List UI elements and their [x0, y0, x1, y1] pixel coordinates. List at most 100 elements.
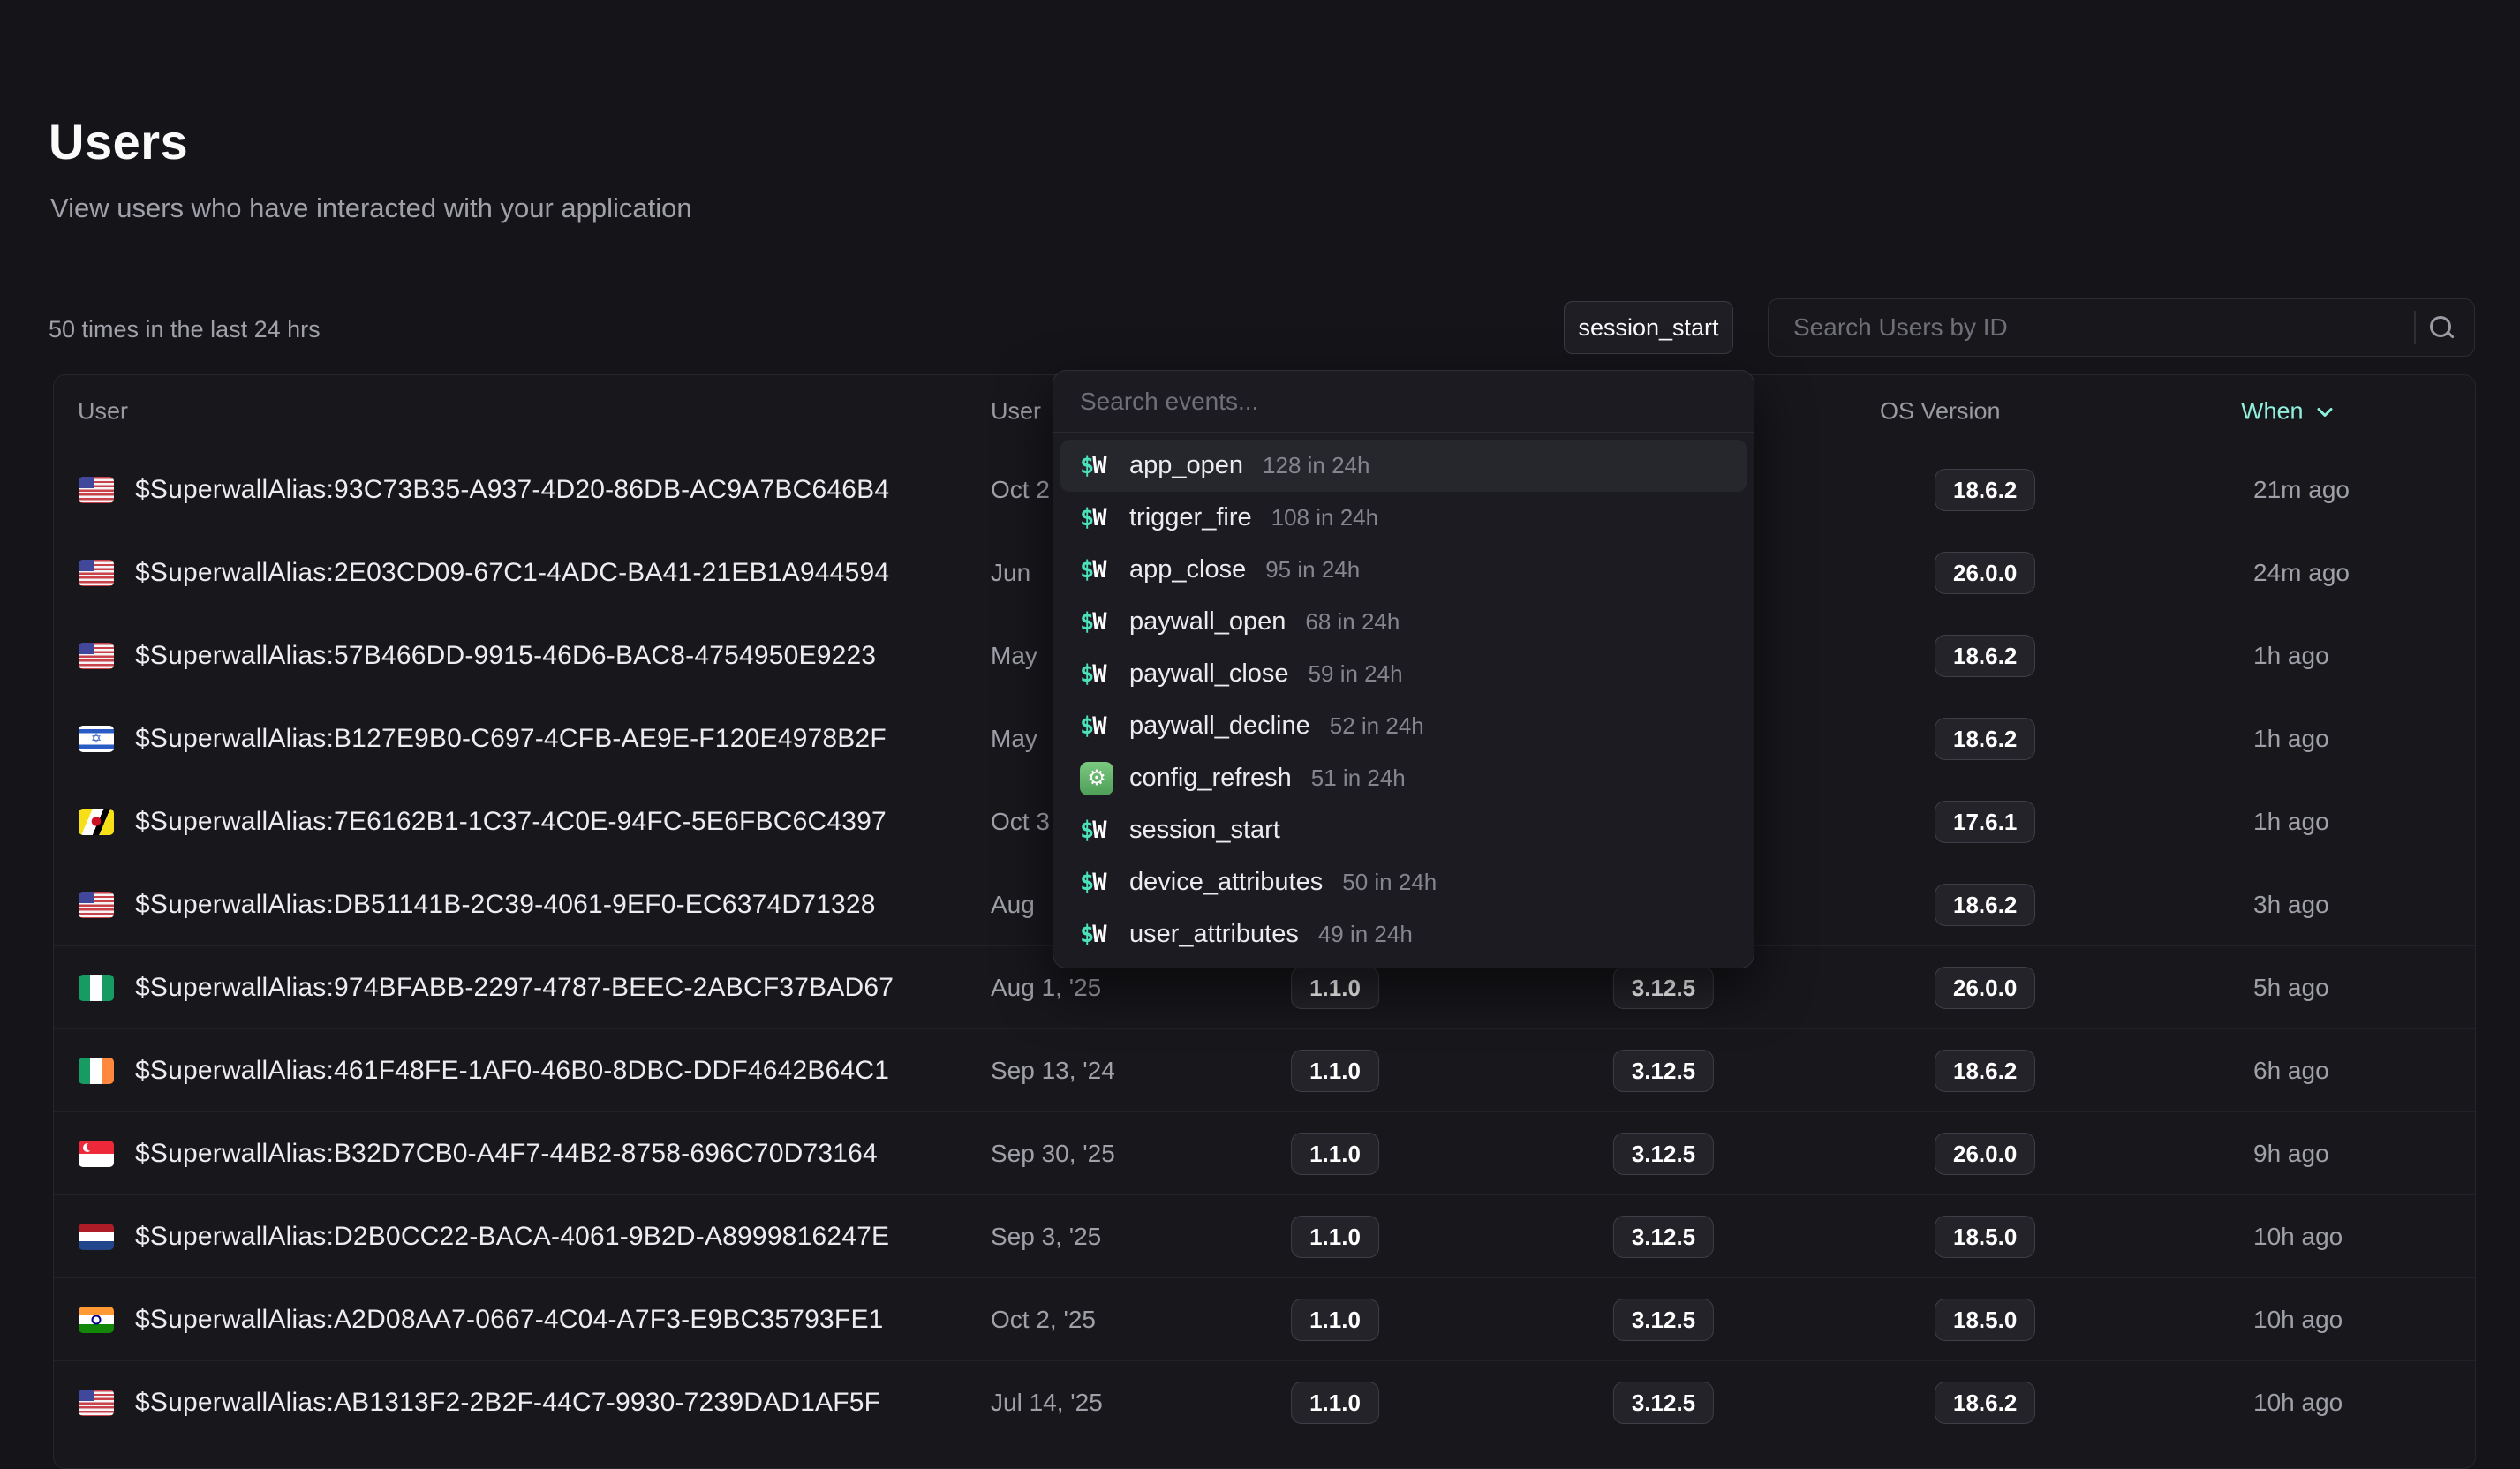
country-flag-icon — [79, 809, 114, 835]
when-value: 24m ago — [2253, 559, 2350, 587]
event-search-row[interactable] — [1053, 371, 1754, 433]
user-since-value: Oct 2 — [991, 476, 1050, 504]
os-version-badge: 26.0.0 — [1935, 1133, 2035, 1175]
when-label: When — [2241, 398, 2304, 426]
event-count-summary: 50 times in the last 24 hrs — [49, 316, 321, 343]
os-version-badge: 18.6.2 — [1935, 1382, 2035, 1424]
table-row[interactable]: $SuperwallAlias:D2B0CC22-BACA-4061-9B2D-… — [54, 1194, 2475, 1277]
event-option-paywall-close[interactable]: $W paywall_close 59 in 24h — [1060, 648, 1747, 700]
country-flag-icon — [79, 643, 114, 669]
column-header-when[interactable]: When — [2241, 398, 2337, 426]
app-version-badge: 1.1.0 — [1291, 1299, 1379, 1341]
when-value: 10h ago — [2253, 1389, 2343, 1417]
event-option-paywall-decline[interactable]: $W paywall_decline 52 in 24h — [1060, 700, 1747, 752]
app-version-badge: 1.1.0 — [1291, 1050, 1379, 1092]
event-name: device_attributes — [1129, 868, 1323, 897]
app-version-badge: 1.1.0 — [1291, 1133, 1379, 1175]
when-value: 21m ago — [2253, 476, 2350, 504]
os-version-badge: 18.6.2 — [1935, 718, 2035, 760]
event-name: session_start — [1129, 816, 1280, 845]
event-name: trigger_fire — [1129, 503, 1252, 532]
event-option-device-attributes[interactable]: $W device_attributes 50 in 24h — [1060, 856, 1747, 908]
when-value: 1h ago — [2253, 725, 2329, 753]
os-version-badge: 18.6.2 — [1935, 469, 2035, 511]
event-name: user_attributes — [1129, 920, 1299, 949]
event-name: paywall_decline — [1129, 712, 1310, 741]
user-alias: $SuperwallAlias:AB1313F2-2B2F-44C7-9930-… — [135, 1388, 880, 1418]
user-since-value: May — [991, 725, 1037, 753]
event-count: 50 in 24h — [1342, 869, 1437, 896]
event-option-app-open[interactable]: $W app_open 128 in 24h — [1060, 440, 1747, 492]
superwall-event-icon: $W — [1080, 608, 1129, 636]
table-row[interactable]: $SuperwallAlias:A2D08AA7-0667-4C04-A7F3-… — [54, 1277, 2475, 1360]
event-name: app_open — [1129, 451, 1243, 480]
event-option-list: $W app_open 128 in 24h $W trigger_fire 1… — [1053, 433, 1754, 968]
event-name: paywall_close — [1129, 659, 1289, 689]
sdk-version-badge: 3.12.5 — [1613, 1216, 1714, 1258]
user-alias: $SuperwallAlias:D2B0CC22-BACA-4061-9B2D-… — [135, 1222, 889, 1252]
superwall-event-icon: $W — [1080, 921, 1129, 948]
event-filter-button[interactable]: session_start — [1564, 301, 1733, 354]
country-flag-icon — [79, 1141, 114, 1167]
country-flag-icon — [79, 1307, 114, 1333]
os-version-badge: 17.6.1 — [1935, 801, 2035, 843]
event-count: 51 in 24h — [1311, 765, 1406, 792]
search-divider — [2414, 311, 2416, 344]
user-alias: $SuperwallAlias:461F48FE-1AF0-46B0-8DBC-… — [135, 1056, 889, 1086]
os-version-badge: 26.0.0 — [1935, 967, 2035, 1009]
app-version-badge: 1.1.0 — [1291, 967, 1379, 1009]
user-alias: $SuperwallAlias:93C73B35-A937-4D20-86DB-… — [135, 475, 889, 505]
country-flag-icon — [79, 560, 114, 586]
os-version-badge: 26.0.0 — [1935, 552, 2035, 594]
app-version-badge: 1.1.0 — [1291, 1216, 1379, 1258]
event-option-paywall-open[interactable]: $W paywall_open 68 in 24h — [1060, 596, 1747, 648]
os-version-badge: 18.5.0 — [1935, 1299, 2035, 1341]
os-version-badge: 18.6.2 — [1935, 1050, 2035, 1092]
event-option-config-refresh[interactable]: ⚙ config_refresh 51 in 24h — [1060, 752, 1747, 804]
event-search-input[interactable] — [1080, 388, 1727, 416]
os-version-badge: 18.6.2 — [1935, 884, 2035, 926]
table-row[interactable]: $SuperwallAlias:B32D7CB0-A4F7-44B2-8758-… — [54, 1111, 2475, 1194]
event-count: 95 in 24h — [1265, 556, 1360, 584]
event-option-user-attributes[interactable]: $W user_attributes 49 in 24h — [1060, 908, 1747, 960]
user-alias: $SuperwallAlias:B32D7CB0-A4F7-44B2-8758-… — [135, 1139, 878, 1169]
country-flag-icon — [79, 1224, 114, 1250]
event-option-app-close[interactable]: $W app_close 95 in 24h — [1060, 544, 1747, 596]
user-since-value: Jul 14, '25 — [991, 1389, 1103, 1417]
event-count: 128 in 24h — [1263, 452, 1369, 479]
event-count: 68 in 24h — [1305, 608, 1400, 636]
user-search-box[interactable] — [1768, 298, 2475, 357]
event-name: app_close — [1129, 555, 1246, 584]
superwall-event-icon: $W — [1080, 817, 1129, 844]
page-title: Users — [49, 113, 188, 170]
os-version-badge: 18.5.0 — [1935, 1216, 2035, 1258]
chevron-down-icon — [2313, 399, 2337, 424]
superwall-event-icon: $W — [1080, 712, 1129, 740]
superwall-event-icon: $W — [1080, 660, 1129, 688]
user-since-value: Sep 30, '25 — [991, 1140, 1115, 1168]
when-value: 3h ago — [2253, 891, 2329, 919]
country-flag-icon — [79, 477, 114, 503]
user-alias: $SuperwallAlias:57B466DD-9915-46D6-BAC8-… — [135, 641, 876, 671]
page-subtitle: View users who have interacted with your… — [50, 192, 692, 224]
superwall-event-icon: $W — [1080, 556, 1129, 584]
table-row[interactable]: $SuperwallAlias:AB1313F2-2B2F-44C7-9930-… — [54, 1360, 2475, 1443]
event-option-trigger-fire[interactable]: $W trigger_fire 108 in 24h — [1060, 492, 1747, 544]
country-flag-icon — [79, 726, 114, 752]
country-flag-icon — [79, 1058, 114, 1084]
when-value: 9h ago — [2253, 1140, 2329, 1168]
event-name: config_refresh — [1129, 764, 1292, 793]
search-icon[interactable] — [2428, 314, 2456, 343]
user-since-value: Sep 3, '25 — [991, 1223, 1101, 1251]
user-alias: $SuperwallAlias:7E6162B1-1C37-4C0E-94FC-… — [135, 807, 887, 837]
user-alias: $SuperwallAlias:A2D08AA7-0667-4C04-A7F3-… — [135, 1305, 884, 1335]
user-since-value: May — [991, 642, 1037, 670]
event-option-session-start[interactable]: $W session_start — [1060, 804, 1747, 856]
table-row[interactable]: $SuperwallAlias:461F48FE-1AF0-46B0-8DBC-… — [54, 1028, 2475, 1111]
when-value: 1h ago — [2253, 808, 2329, 836]
column-header-user: User — [78, 398, 128, 426]
os-version-badge: 18.6.2 — [1935, 635, 2035, 677]
user-search-input[interactable] — [1769, 299, 2474, 356]
user-since-value: Oct 3 — [991, 808, 1050, 836]
column-header-user-since: User — [991, 398, 1041, 426]
